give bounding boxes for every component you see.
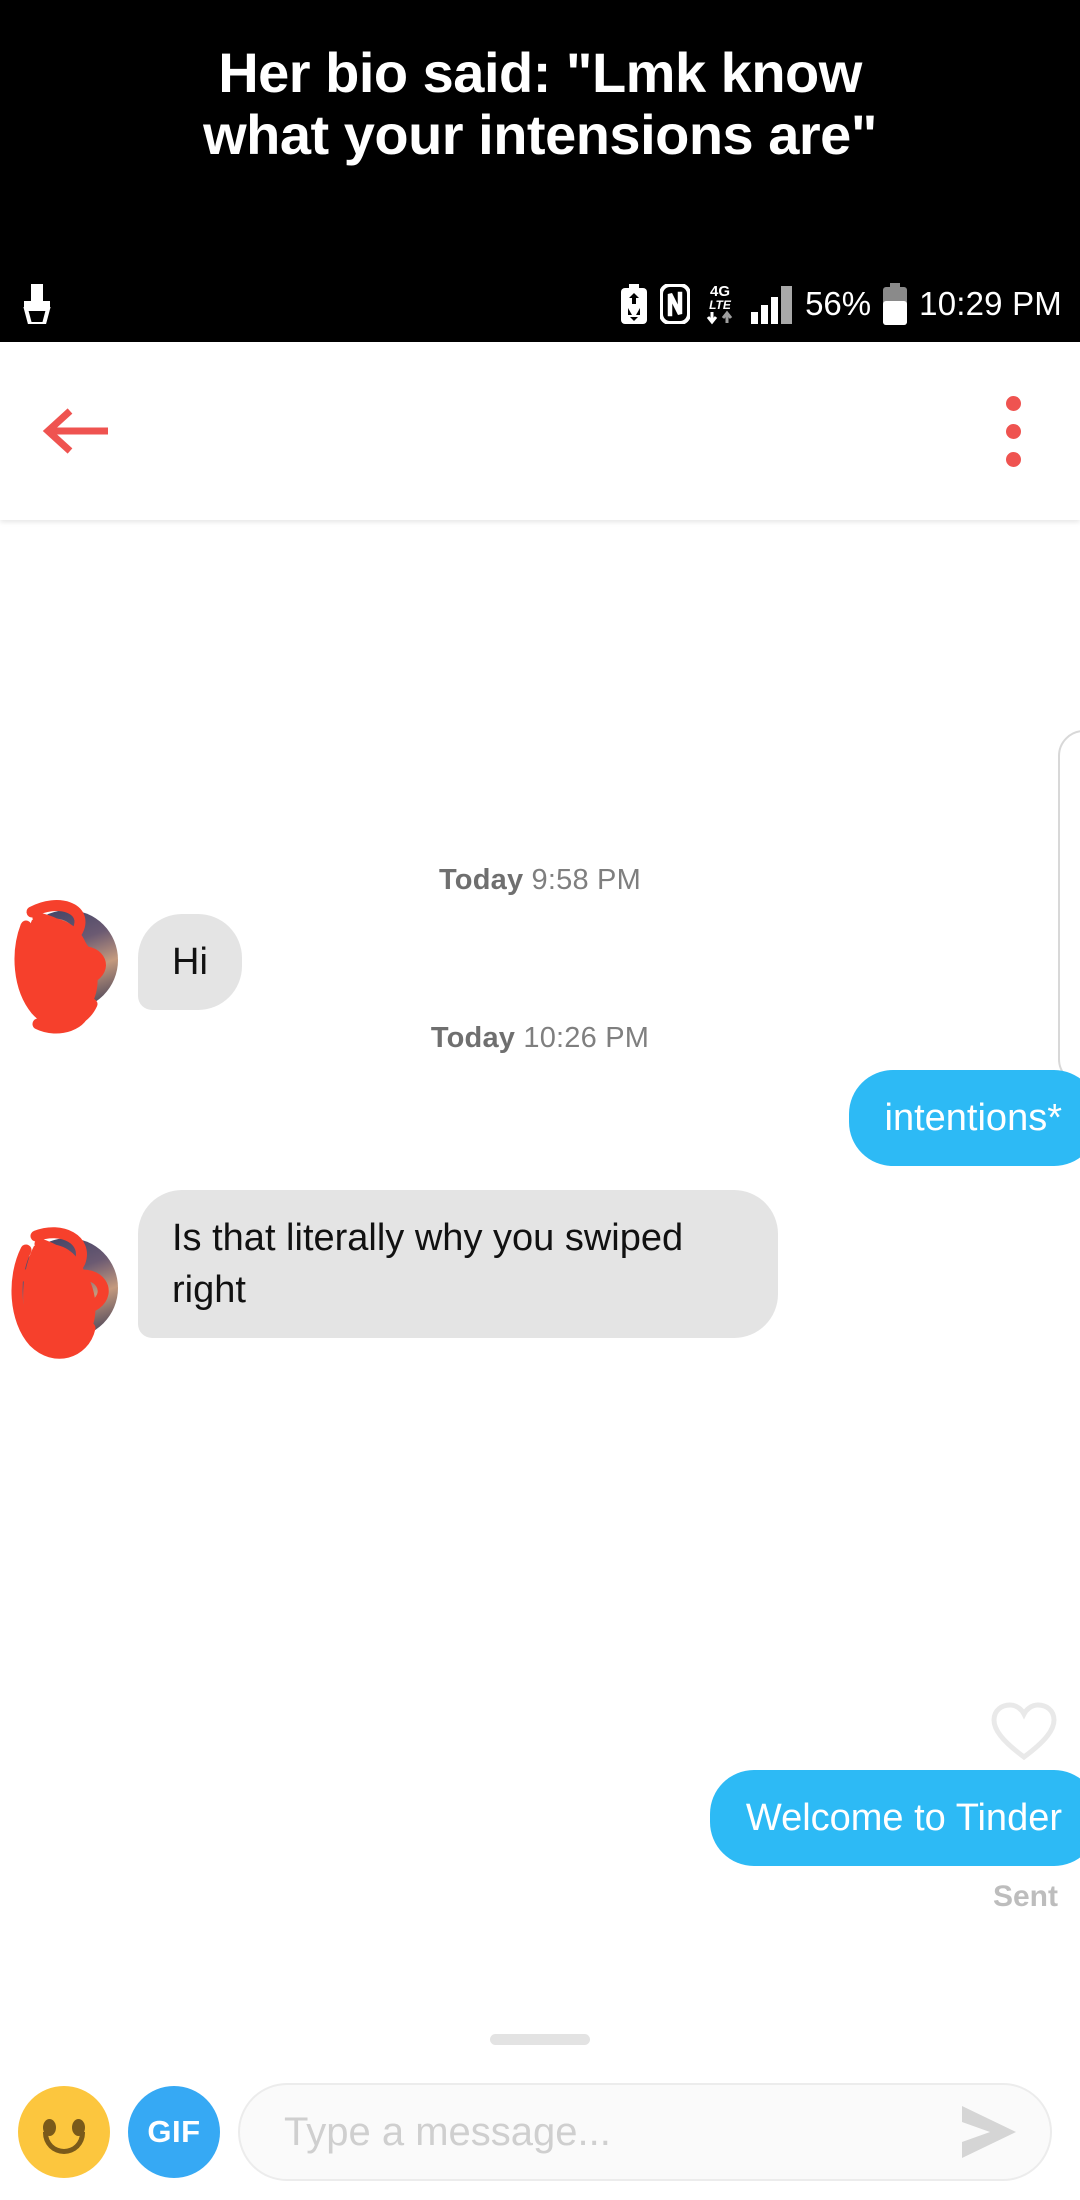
battery-saver-icon	[619, 284, 649, 324]
meme-caption-line-2: what your intensions are"	[203, 103, 877, 166]
overflow-dot-3	[1005, 451, 1021, 467]
message-row-them-2: Is that literally why you swiped right	[11, 1190, 778, 1359]
redaction-scribble-avatar-1	[14, 900, 106, 1034]
clock-label: 10:29 PM	[919, 285, 1062, 322]
4g-lte-data-icon: 4G LTE	[701, 282, 739, 326]
redaction-scribble-avatar-2	[11, 1227, 109, 1359]
day-stamp-1-day: Today	[439, 864, 524, 896]
back-button[interactable]	[22, 376, 132, 486]
composer-row: GIF Type a message...	[0, 2064, 1080, 2200]
message-row-me-1: intentions*	[848, 1070, 1080, 1166]
meme-caption-bar: Her bio said: "Lmk know what your intens…	[0, 0, 1080, 266]
overflow-dot-1	[1005, 395, 1021, 411]
gif-button-label: GIF	[147, 2114, 201, 2149]
chat-app-bar	[0, 342, 1080, 520]
message-bubble[interactable]: intentions*	[848, 1070, 1080, 1166]
overflow-menu-button[interactable]	[968, 376, 1058, 486]
status-bar-left-group	[20, 284, 54, 324]
message-bubble[interactable]: Is that literally why you swiped right	[138, 1190, 778, 1338]
heart-outline-icon	[991, 1702, 1057, 1761]
day-stamp-2-time: 10:26 PM	[523, 1022, 650, 1054]
send-arrow-icon	[962, 2106, 1016, 2158]
message-input-placeholder: Type a message...	[284, 2109, 611, 2154]
smiley-mouth-icon	[43, 2132, 85, 2154]
message-row-them-1: Hi	[14, 900, 242, 1034]
message-bubble[interactable]: Welcome to Tinder	[709, 1770, 1080, 1866]
status-bar-right-group: 4G LTE 56% 10:29 PM	[619, 282, 1062, 326]
chat-message-list[interactable]: Today 9:58 PM Hi Today 10:26 PM intentio…	[0, 520, 1080, 2020]
like-message-button[interactable]	[986, 1694, 1062, 1770]
svg-text:LTE: LTE	[709, 298, 732, 312]
battery-icon	[882, 283, 908, 325]
overflow-dot-2	[1005, 423, 1021, 439]
android-status-bar: 4G LTE 56% 10:29 PM	[0, 266, 1080, 342]
message-composer-bar: GIF Type a message...	[0, 2020, 1080, 2200]
avatar[interactable]	[11, 1227, 118, 1359]
screen-root: Her bio said: "Lmk know what your intens…	[0, 0, 1080, 2200]
day-stamp-1: Today 9:58 PM	[0, 864, 1080, 897]
delivery-status-label: Sent	[992, 1880, 1058, 1913]
back-arrow-icon	[42, 408, 108, 454]
meme-caption-line-1: Her bio said: "Lmk know	[218, 41, 862, 104]
signal-bars-icon	[750, 284, 794, 324]
day-stamp-2: Today 10:26 PM	[0, 1022, 1080, 1055]
gif-picker-button[interactable]: GIF	[128, 2086, 220, 2178]
send-button[interactable]	[954, 2097, 1024, 2167]
sheet-drag-handle[interactable]	[490, 2034, 590, 2045]
screenshot-capture-icon	[20, 284, 54, 324]
battery-percent-label: 56%	[805, 285, 872, 322]
message-input[interactable]: Type a message...	[238, 2083, 1052, 2181]
emoji-picker-button[interactable]	[18, 2086, 110, 2178]
message-row-me-2: Welcome to Tinder	[709, 1770, 1080, 1866]
avatar[interactable]	[14, 900, 118, 1034]
nfc-icon	[660, 284, 691, 324]
message-bubble[interactable]: Hi	[138, 914, 242, 1010]
day-stamp-2-day: Today	[430, 1022, 516, 1054]
day-stamp-1-time: 9:58 PM	[531, 864, 641, 896]
